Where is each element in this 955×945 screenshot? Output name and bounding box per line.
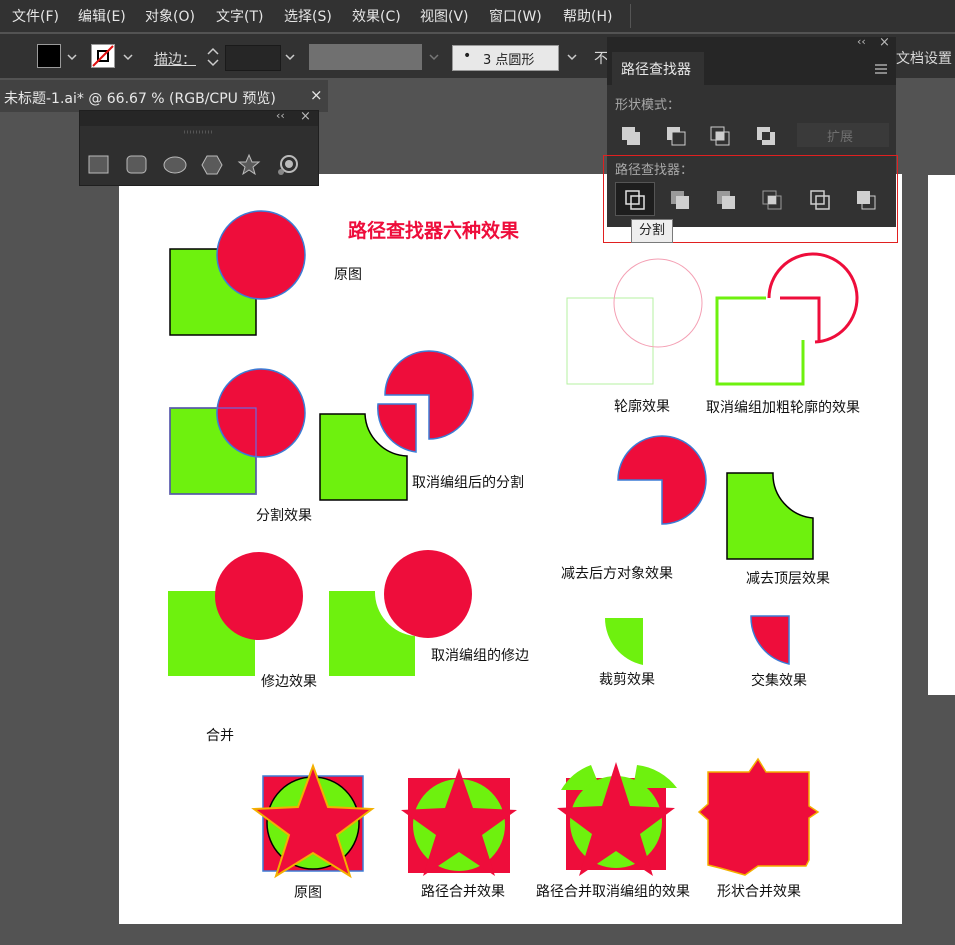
- outline-thick-shapes: [715, 252, 859, 386]
- label-merge-path-ungrouped: 路径合并取消编组的效果: [536, 884, 690, 900]
- tool-panel-collapse-icon[interactable]: ‹‹: [276, 109, 285, 122]
- pathfinder-tab-label: 路径查找器: [621, 62, 691, 78]
- flare-tool-icon[interactable]: [276, 153, 300, 177]
- divide-tooltip: 分割: [631, 219, 673, 243]
- label-merge-shape: 形状合并效果: [717, 884, 801, 900]
- divide-shapes: [169, 368, 306, 495]
- intersect-icon[interactable]: [705, 121, 737, 149]
- label-intersect: 交集效果: [751, 673, 807, 689]
- merge-shape-shape: [697, 757, 820, 876]
- shape-modes-label: 形状模式：: [615, 98, 681, 113]
- pathfinder-panel-header[interactable]: [607, 37, 896, 52]
- merge-path-shapes: [401, 768, 517, 876]
- minus-front-icon[interactable]: [661, 121, 693, 149]
- pathfinder-close-icon[interactable]: ×: [879, 35, 890, 50]
- polygon-tool-icon[interactable]: [200, 154, 224, 176]
- original-shapes: [169, 210, 306, 336]
- label-outline-thick: 取消编组加粗轮廓的效果: [706, 400, 860, 416]
- minus-back-shape: [617, 435, 707, 525]
- label-merge-original: 原图: [294, 885, 322, 901]
- exclude-icon[interactable]: [751, 121, 783, 149]
- artboard-title: 路径查找器六种效果: [348, 220, 520, 242]
- pathfinder-collapse-icon[interactable]: ‹‹: [857, 35, 866, 48]
- tool-panel-close-icon[interactable]: ×: [300, 109, 311, 124]
- pathfinder-tab[interactable]: 路径查找器: [612, 52, 704, 85]
- label-crop: 裁剪效果: [599, 672, 655, 688]
- unite-icon[interactable]: [616, 121, 648, 149]
- panel-menu-icon[interactable]: [873, 62, 889, 76]
- label-minus-back: 减去后方对象效果: [561, 566, 673, 582]
- label-minus-front: 减去顶层效果: [746, 571, 830, 587]
- star-tool-icon[interactable]: [237, 153, 261, 177]
- label-trim: 修边效果: [261, 674, 317, 690]
- intersect-shape: [750, 615, 790, 665]
- rounded-rectangle-tool-icon[interactable]: [126, 155, 148, 175]
- expand-label: 扩展: [827, 130, 854, 145]
- minus-front-shape: [726, 472, 814, 560]
- outline-shapes: [566, 258, 703, 385]
- ellipse-tool-icon[interactable]: [162, 155, 188, 175]
- rectangle-tool-icon[interactable]: [88, 155, 110, 175]
- label-trim-ungrouped: 取消编组的修边: [431, 648, 529, 664]
- label-divide: 分割效果: [256, 508, 312, 524]
- crop-shape: [605, 618, 643, 665]
- label-merge-path: 路径合并效果: [421, 884, 505, 900]
- label-divide-ungrouped: 取消编组后的分割: [412, 475, 524, 491]
- label-outline: 轮廓效果: [614, 399, 670, 415]
- label-original: 原图: [334, 267, 362, 283]
- label-merge: 合并: [206, 728, 234, 744]
- tool-panel-grip-icon[interactable]: [184, 129, 214, 135]
- merge-original-shapes: [251, 763, 375, 879]
- expand-button[interactable]: 扩展: [797, 123, 889, 147]
- trim-shapes: [168, 552, 303, 676]
- merge-path-ungrouped-shapes: [557, 762, 677, 876]
- shape-tool-panel: ‹‹ ×: [79, 109, 319, 186]
